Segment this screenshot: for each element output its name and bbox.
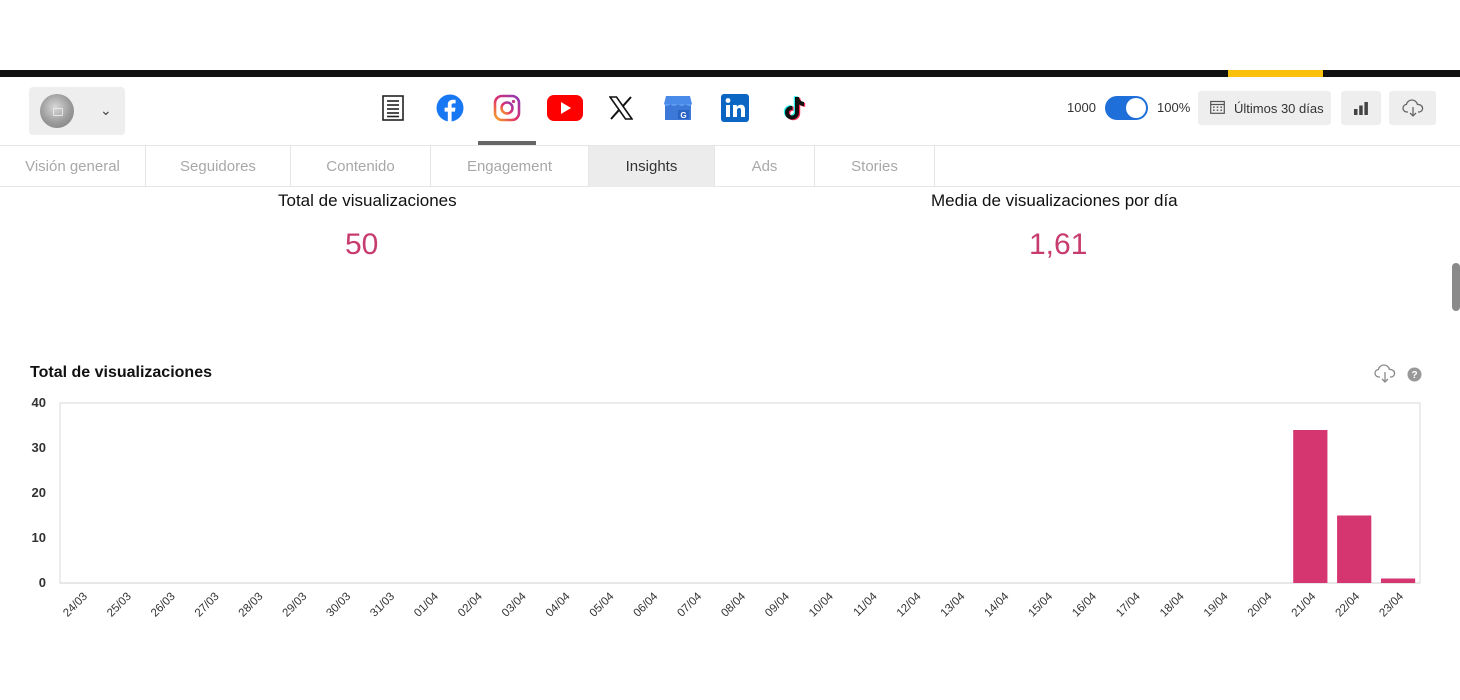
- svg-text:G: G: [680, 111, 686, 120]
- chart-actions: ?: [1374, 364, 1424, 386]
- x-tick-label: 17/04: [1114, 590, 1143, 619]
- top-blank-area: [0, 0, 1460, 70]
- bar: [1380, 578, 1416, 583]
- tab-contenido[interactable]: Contenido: [291, 146, 431, 187]
- facebook-icon[interactable]: [433, 91, 467, 125]
- x-tick-label: 03/04: [500, 590, 529, 619]
- tab-stories[interactable]: Stories: [815, 146, 935, 187]
- download-button[interactable]: [1389, 91, 1436, 125]
- kpi-total-value: 50: [345, 228, 379, 261]
- kpi-total-label: Total de visualizaciones: [278, 191, 457, 210]
- y-tick-label: 40: [32, 395, 46, 410]
- x-tick-label: 07/04: [675, 590, 704, 619]
- x-tick-label: 15/04: [1026, 590, 1055, 619]
- x-tick-label: 20/04: [1246, 590, 1275, 619]
- x-tick-label: 22/04: [1333, 590, 1362, 619]
- bar: [1337, 515, 1372, 583]
- document-icon[interactable]: [376, 91, 410, 125]
- y-tick-label: 10: [32, 530, 46, 545]
- bar-chart-icon: [1354, 102, 1368, 115]
- views-bar-chart: 0 10 20 30 40 24/03 25/03 26/03 27/03 28/03 29/03 3…: [32, 395, 1421, 620]
- x-tick-label: 31/03: [368, 591, 397, 620]
- date-range-label: Últimos 30 días: [1234, 101, 1324, 116]
- toggle-left-label: 1000: [1067, 100, 1096, 115]
- x-tick-label: 18/04: [1158, 590, 1187, 619]
- cloud-download-icon: [1401, 99, 1423, 117]
- x-tick-label: 01/04: [412, 590, 441, 619]
- chart-title: Total de visualizaciones: [30, 364, 212, 381]
- x-tick-label: 30/03: [324, 591, 353, 620]
- x-tick-label: 08/04: [719, 590, 748, 619]
- chevron-down-icon: ⌄: [100, 102, 112, 118]
- help-icon[interactable]: ?: [1407, 367, 1422, 382]
- tab-seguidores[interactable]: Seguidores: [146, 146, 291, 187]
- x-tick-label: 26/03: [149, 591, 178, 620]
- calendar-icon: [1210, 100, 1225, 117]
- x-tick-label: 29/03: [281, 591, 310, 620]
- tab-ads[interactable]: Ads: [715, 146, 815, 187]
- x-tick-label: 27/03: [193, 591, 222, 620]
- x-tick-label: 02/04: [456, 590, 485, 619]
- x-tick-label: 09/04: [763, 590, 792, 619]
- y-tick-label: 0: [39, 575, 46, 590]
- section-tabs: Visión general Seguidores Contenido Enga…: [0, 145, 1460, 187]
- x-tick-label: 16/04: [1070, 590, 1099, 619]
- x-tick-label: 23/04: [1377, 590, 1406, 619]
- kpi-average-label: Media de visualizaciones por día: [931, 191, 1178, 210]
- tab-insights[interactable]: Insights: [589, 146, 715, 187]
- x-tick-label: 28/03: [237, 591, 266, 620]
- toggle-right-label: 100%: [1157, 100, 1191, 115]
- x-tick-label: 06/04: [632, 590, 661, 619]
- toggle-knob: [1126, 98, 1146, 118]
- google-business-icon[interactable]: G: [661, 91, 695, 125]
- x-tick-label: 19/04: [1202, 590, 1231, 619]
- x-tick-label: 12/04: [895, 590, 924, 619]
- y-tick-label: 30: [32, 440, 46, 455]
- linkedin-icon[interactable]: [718, 91, 752, 125]
- svg-text:?: ?: [1411, 370, 1417, 381]
- scale-toggle[interactable]: [1105, 96, 1148, 120]
- date-range-button[interactable]: Últimos 30 días: [1198, 91, 1331, 125]
- avatar: [40, 94, 74, 128]
- kpi-average-value: 1,61: [1029, 228, 1088, 261]
- instagram-icon[interactable]: [490, 91, 524, 125]
- x-tick-label: 11/04: [851, 590, 880, 619]
- tab-vision-general[interactable]: Visión general: [0, 146, 146, 187]
- cloud-download-icon[interactable]: [1374, 364, 1396, 384]
- chart-view-button[interactable]: [1341, 91, 1381, 125]
- x-tick-label: 04/04: [544, 590, 573, 619]
- x-icon[interactable]: [604, 91, 638, 125]
- x-tick-label: 21/04: [1290, 590, 1319, 619]
- x-tick-label: 10/04: [807, 590, 836, 619]
- plot-frame: [59, 402, 1421, 584]
- x-tick-label: 25/03: [105, 591, 134, 620]
- account-selector[interactable]: ⌄: [29, 87, 125, 135]
- y-tick-label: 20: [32, 485, 46, 500]
- x-tick-label: 14/04: [983, 590, 1012, 619]
- tiktok-icon[interactable]: [776, 91, 810, 125]
- scrollbar-thumb[interactable]: [1452, 263, 1460, 311]
- header: ⌄ G 1000 100% Últimos 30 días: [0, 77, 1460, 145]
- x-tick-label: 13/04: [939, 590, 968, 619]
- x-tick-label: 05/04: [588, 590, 617, 619]
- youtube-icon[interactable]: [546, 91, 584, 125]
- x-tick-label: 24/03: [61, 591, 90, 620]
- tab-engagement[interactable]: Engagement: [431, 146, 589, 187]
- bar: [1293, 430, 1328, 583]
